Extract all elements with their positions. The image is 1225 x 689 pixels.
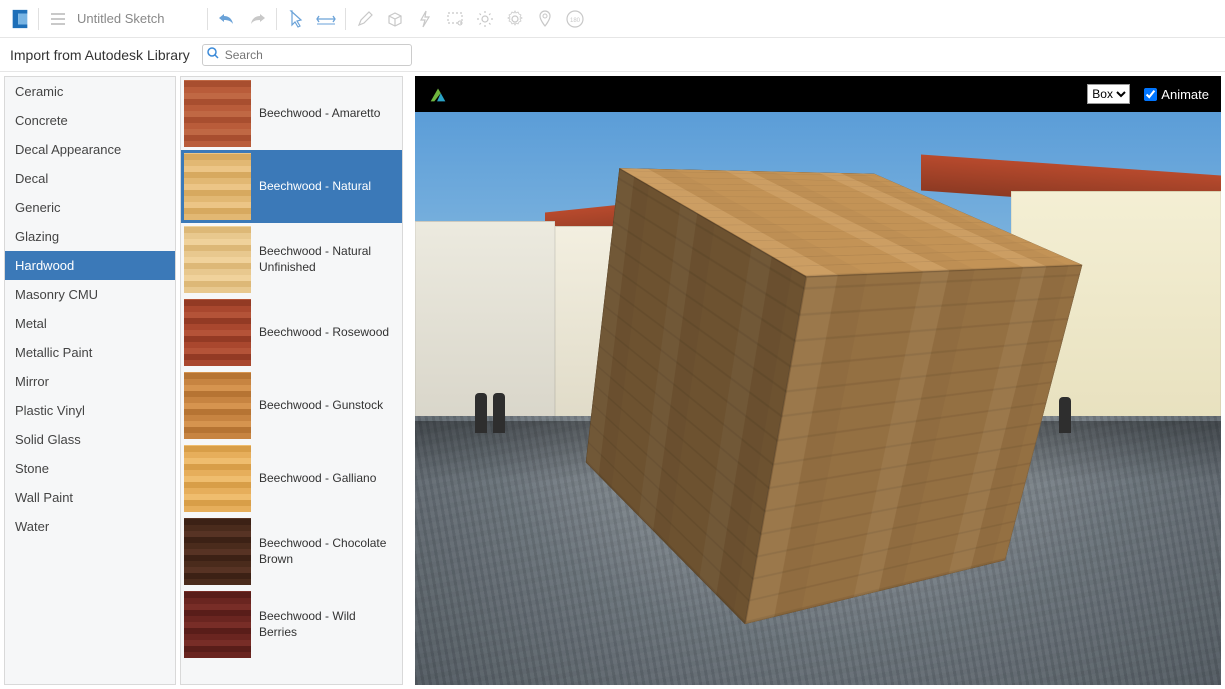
category-panel[interactable]: CeramicConcreteDecal AppearanceDecalGene… [4, 76, 176, 685]
sketch-title-input[interactable] [73, 7, 203, 30]
stamp-icon[interactable] [440, 4, 470, 34]
category-item[interactable]: Masonry CMU [5, 280, 175, 309]
category-item[interactable]: Wall Paint [5, 483, 175, 512]
material-item[interactable]: Beechwood - Natural [181, 150, 402, 223]
material-label: Beechwood - Chocolate Brown [251, 536, 399, 567]
category-item[interactable]: Water [5, 512, 175, 541]
material-swatch [184, 591, 251, 658]
material-item[interactable]: Beechwood - Natural Unfinished [181, 223, 402, 296]
category-item[interactable]: Stone [5, 454, 175, 483]
gear-icon[interactable] [500, 4, 530, 34]
subheader: Import from Autodesk Library [0, 38, 1225, 72]
badge-180-icon[interactable]: 180 [560, 4, 590, 34]
category-item[interactable]: Ceramic [5, 77, 175, 106]
material-label: Beechwood - Natural [251, 179, 399, 195]
material-swatch [184, 226, 251, 293]
materials-panel[interactable]: Beechwood - Amaretto Beechwood - Natural B… [180, 76, 403, 685]
person-silhouette [1059, 397, 1071, 433]
material-swatch [184, 518, 251, 585]
pin-icon[interactable] [530, 4, 560, 34]
material-item[interactable]: Beechwood - Galliano [181, 442, 402, 515]
material-label: Beechwood - Rosewood [251, 325, 399, 341]
divider [38, 8, 39, 30]
shape-select[interactable]: Box [1087, 84, 1130, 104]
material-item[interactable]: Beechwood - Amaretto [181, 77, 402, 150]
material-swatch [184, 153, 251, 220]
material-swatch [184, 372, 251, 439]
dimension-icon[interactable] [311, 4, 341, 34]
divider [207, 8, 208, 30]
preview-panel: Box Animate [415, 76, 1221, 685]
category-item[interactable]: Metal [5, 309, 175, 338]
material-label: Beechwood - Gunstock [251, 398, 399, 414]
material-label: Beechwood - Amaretto [251, 106, 399, 122]
search-input[interactable] [202, 44, 412, 66]
material-label: Beechwood - Wild Berries [251, 609, 399, 640]
person-silhouette [475, 393, 487, 433]
svg-text:180: 180 [570, 18, 581, 24]
category-item[interactable]: Glazing [5, 222, 175, 251]
redo-icon[interactable] [242, 4, 272, 34]
cursor-icon[interactable] [281, 4, 311, 34]
box-3d-icon[interactable] [380, 4, 410, 34]
preview-controls: Box Animate [1087, 84, 1209, 104]
person-silhouette [493, 393, 505, 433]
app-logo[interactable] [6, 5, 34, 33]
autodesk-logo-icon [427, 83, 449, 105]
undo-icon[interactable] [212, 4, 242, 34]
material-item[interactable]: Beechwood - Wild Berries [181, 588, 402, 661]
search-icon [207, 47, 219, 62]
category-item[interactable]: Decal [5, 164, 175, 193]
material-swatch [184, 80, 251, 147]
top-toolbar: 180 [0, 0, 1225, 38]
building [415, 221, 555, 421]
category-item[interactable]: Mirror [5, 367, 175, 396]
sun-icon[interactable] [470, 4, 500, 34]
divider [276, 8, 277, 30]
category-item[interactable]: Hardwood [5, 251, 175, 280]
divider [345, 8, 346, 30]
material-item[interactable]: Beechwood - Chocolate Brown [181, 515, 402, 588]
main: CeramicConcreteDecal AppearanceDecalGene… [0, 72, 1225, 689]
preview-cube[interactable] [658, 210, 978, 530]
lightning-icon[interactable] [410, 4, 440, 34]
material-label: Beechwood - Galliano [251, 471, 399, 487]
animate-label-text: Animate [1161, 87, 1209, 102]
category-item[interactable]: Solid Glass [5, 425, 175, 454]
material-item[interactable]: Beechwood - Gunstock [181, 369, 402, 442]
animate-toggle[interactable]: Animate [1144, 87, 1209, 102]
menu-icon[interactable] [43, 4, 73, 34]
category-item[interactable]: Concrete [5, 106, 175, 135]
category-item[interactable]: Plastic Vinyl [5, 396, 175, 425]
material-swatch [184, 299, 251, 366]
pencil-icon[interactable] [350, 4, 380, 34]
page-title: Import from Autodesk Library [10, 47, 190, 63]
category-item[interactable]: Decal Appearance [5, 135, 175, 164]
search-wrap [202, 44, 412, 66]
material-item[interactable]: Beechwood - Rosewood [181, 296, 402, 369]
material-label: Beechwood - Natural Unfinished [251, 244, 399, 275]
category-item[interactable]: Metallic Paint [5, 338, 175, 367]
preview-header: Box Animate [415, 76, 1221, 112]
category-item[interactable]: Generic [5, 193, 175, 222]
preview-viewport[interactable] [415, 112, 1221, 685]
animate-checkbox[interactable] [1144, 88, 1157, 101]
material-swatch [184, 445, 251, 512]
